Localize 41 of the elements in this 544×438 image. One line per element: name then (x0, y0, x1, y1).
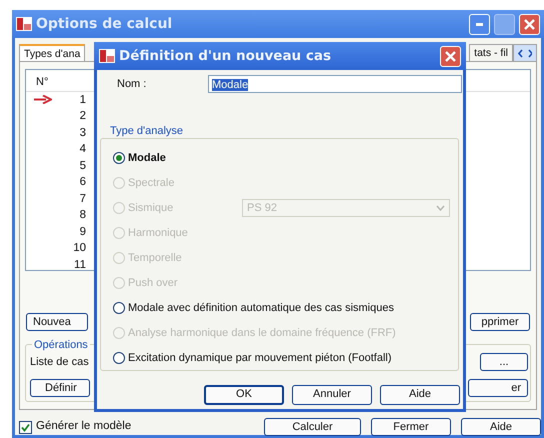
dialog-title: Définition d'un nouveau cas (119, 46, 332, 66)
group-title: Opérations (32, 337, 90, 354)
tab-scroll-arrows[interactable] (513, 44, 537, 61)
radio-option: Temporelle (113, 250, 182, 266)
app-icon (99, 49, 115, 63)
tab[interactable]: tats - fil (469, 44, 513, 61)
operation-button[interactable]: er (468, 379, 528, 397)
minimize-icon (476, 22, 483, 26)
dialog-button[interactable]: Annuler (292, 384, 372, 404)
radio-option: Spectrale (113, 174, 174, 192)
footer-button[interactable]: Calculer (264, 418, 361, 436)
app-icon (16, 17, 32, 31)
dialog-button[interactable]: Aide (380, 384, 460, 404)
name-field[interactable]: Modale (208, 75, 462, 93)
close-button[interactable] (519, 14, 540, 34)
checkbox[interactable] (19, 420, 32, 434)
footer-button[interactable]: Aide (461, 418, 541, 436)
close-icon (524, 18, 535, 30)
window-title: Options de calcul (36, 14, 174, 34)
browse-button[interactable]: ... (480, 353, 528, 371)
case-button[interactable]: pprimer (470, 313, 530, 331)
radio-option: Harmonique (113, 224, 188, 242)
close-button[interactable] (440, 46, 461, 66)
footer-button[interactable]: Fermer (371, 418, 451, 436)
minimize-button[interactable] (469, 14, 490, 34)
type-title: Type d'analyse (110, 124, 184, 139)
field-label: Nom : (117, 76, 148, 92)
case-button[interactable]: Nouvea (26, 313, 88, 331)
radio-option[interactable]: Modale (113, 150, 166, 166)
checkbox-label: Générer le modèle (36, 419, 132, 434)
radio-option: Push over (113, 274, 178, 292)
dialog-button[interactable]: OK (204, 384, 284, 404)
radio-option: Analyse harmonique dans le domaine fréquence (FRF) (113, 324, 396, 342)
radio-option: Sismique (113, 200, 174, 216)
tab[interactable]: Types d'ana (19, 44, 86, 61)
radio-option[interactable]: Excitation dynamique par mouvement piéton (Footfall) (113, 350, 392, 366)
radio-option[interactable]: Modale avec définition automatique des cas sismiques (113, 300, 394, 316)
close-icon (445, 50, 456, 62)
preset-dropdown: PS 92 (242, 199, 450, 217)
operation-button[interactable]: Définir (30, 379, 90, 397)
field-label: Liste de cas (30, 354, 89, 370)
